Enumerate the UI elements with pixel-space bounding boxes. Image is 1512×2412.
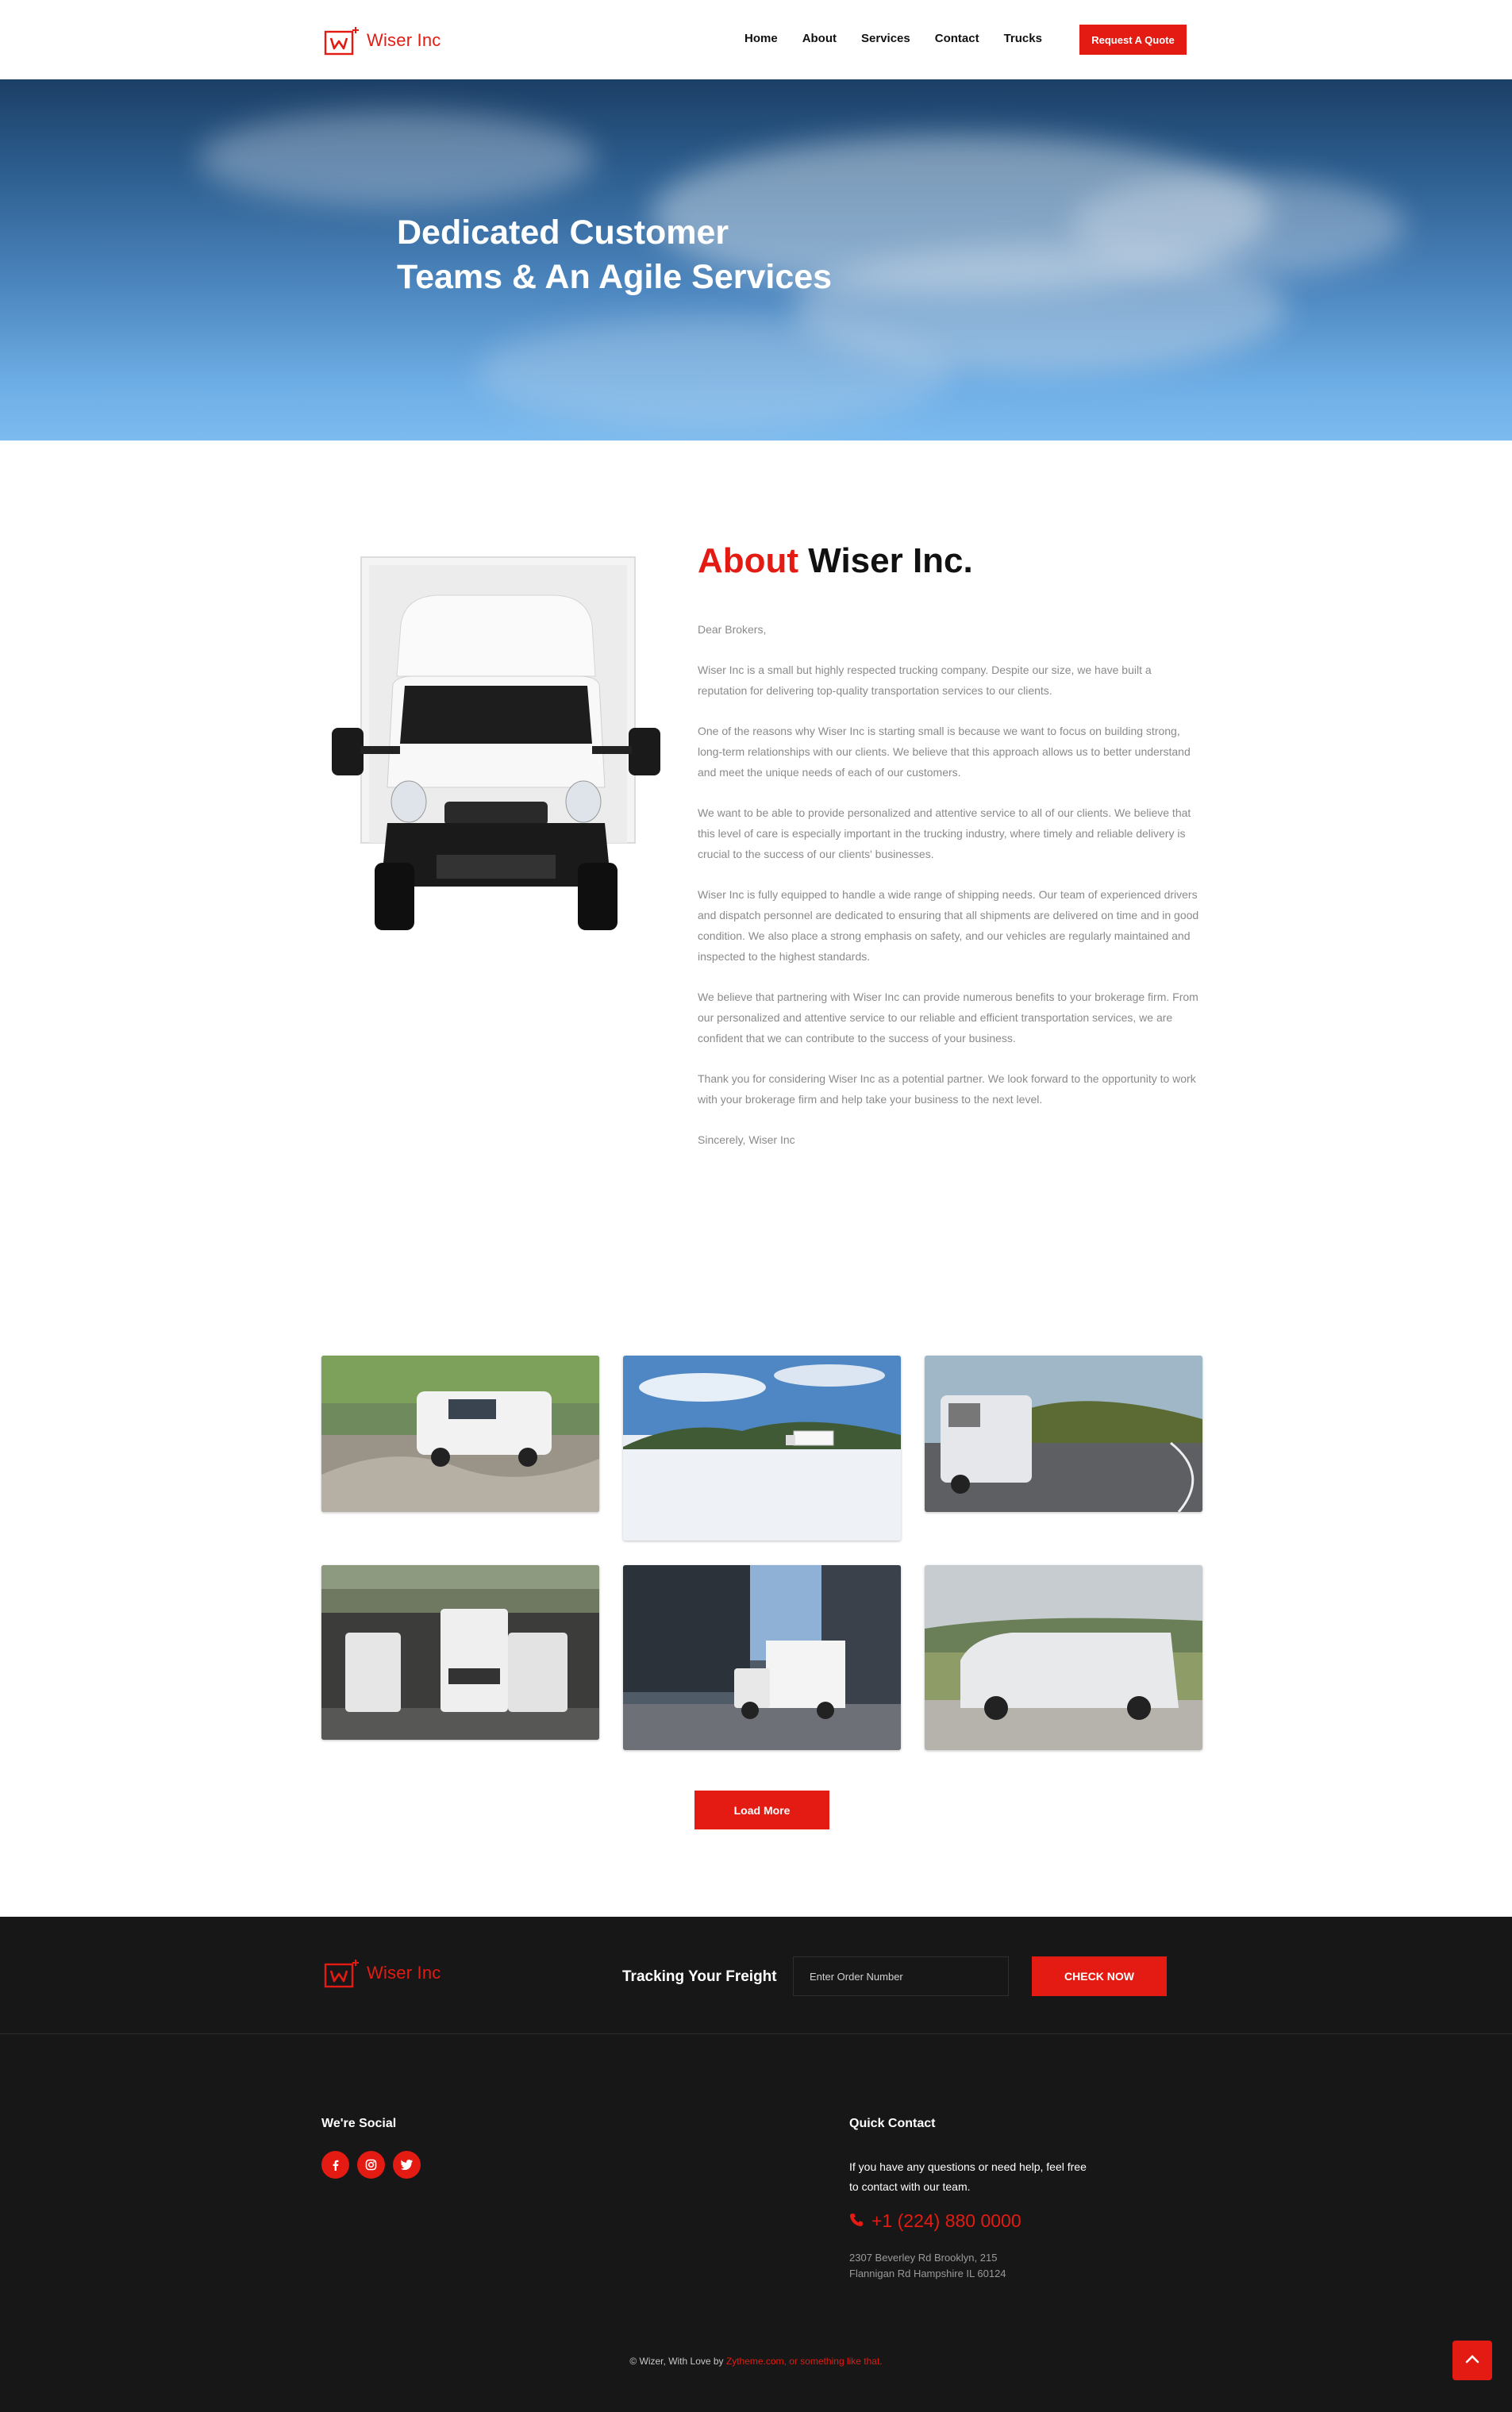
copyright-link[interactable]: Zytheme.com, or something like that. [726, 2356, 883, 2367]
nav-contact[interactable]: Contact [935, 32, 979, 45]
company-address: 2307 Beverley Rd Brooklyn, 215 Flannigan… [849, 2250, 1056, 2282]
about-paragraph: Thank you for considering Wiser Inc as a… [698, 1072, 1196, 1106]
about-letter: Dear Brokers, Wiser Inc is a small but h… [698, 619, 1202, 1170]
back-to-top-button[interactable] [1452, 2341, 1492, 2380]
order-number-input[interactable] [793, 1956, 1009, 1996]
tracking-label: Tracking Your Freight [622, 1968, 777, 1985]
contact-help-text: If you have any questions or need help, … [849, 2160, 1087, 2193]
about-title: About Wiser Inc. [698, 541, 973, 581]
box-truck-image [325, 549, 675, 934]
hero-title: Dedicated Customer Teams & An Agile Serv… [397, 210, 905, 299]
gallery-photo-loading-dock[interactable] [321, 1565, 599, 1740]
gallery-photo-snowy-truck[interactable] [623, 1356, 901, 1541]
main-nav: Home About Services Contact Trucks [744, 32, 1042, 45]
social-heading: We're Social [321, 2117, 397, 2130]
copyright: © Wizer, With Love by Zytheme.com, or so… [0, 2356, 1512, 2367]
cloud-decoration [476, 317, 952, 429]
instagram-icon[interactable] [357, 2151, 385, 2179]
logo-icon [324, 1958, 360, 1988]
address-line1: 2307 Beverley Rd Brooklyn, 215 [849, 2252, 998, 2264]
site-header: Wiser Inc Home About Services Contact Tr… [0, 0, 1512, 79]
quick-contact-heading: Quick Contact [849, 2117, 936, 2130]
site-footer: Wiser Inc Tracking Your Freight CHECK NO… [0, 1917, 1512, 2412]
social-links [321, 2151, 421, 2179]
footer-brand-name: Wiser Inc [367, 1963, 441, 1983]
footer-divider [0, 2033, 1512, 2034]
about-paragraph: Dear Brokers, [698, 623, 767, 636]
hero-banner: Dedicated Customer Teams & An Agile Serv… [0, 79, 1512, 440]
nav-home[interactable]: Home [744, 32, 778, 45]
twitter-icon[interactable] [393, 2151, 421, 2179]
cloud-decoration [1071, 175, 1405, 278]
about-paragraph: Wiser Inc is a small but highly respecte… [698, 664, 1152, 697]
about-paragraph: Sincerely, Wiser Inc [698, 1133, 795, 1146]
check-now-button[interactable]: CHECK NOW [1032, 1956, 1167, 1996]
phone-link[interactable]: +1 (224) 880 0000 [849, 2210, 1021, 2232]
brand-logo[interactable]: Wiser Inc [324, 25, 441, 56]
logo-icon [324, 25, 360, 56]
nav-about[interactable]: About [802, 32, 837, 45]
footer-brand-logo[interactable]: Wiser Inc [324, 1958, 441, 1988]
brand-name: Wiser Inc [367, 30, 441, 50]
cloud-decoration [198, 111, 595, 206]
facebook-icon[interactable] [321, 2151, 349, 2179]
hero-title-line2: Teams & An Agile Services [397, 258, 833, 296]
phone-icon [849, 2210, 864, 2232]
about-paragraph: One of the reasons why Wiser Inc is star… [698, 725, 1191, 779]
nav-trucks[interactable]: Trucks [1004, 32, 1042, 45]
chevron-up-icon [1465, 2353, 1479, 2368]
gallery-photo-van-road[interactable] [925, 1356, 1202, 1512]
hero-title-line1: Dedicated Customer [397, 214, 729, 252]
request-quote-button[interactable]: Request A Quote [1079, 25, 1187, 55]
about-title-highlight: About [698, 541, 799, 580]
gallery-photo-city-truck[interactable] [623, 1565, 901, 1750]
nav-services[interactable]: Services [861, 32, 910, 45]
about-paragraph: Wiser Inc is fully equipped to handle a … [698, 888, 1199, 963]
copyright-text: © Wizer, With Love by [629, 2356, 726, 2367]
gallery-photo-van-riverside[interactable] [321, 1356, 599, 1512]
load-more-button[interactable]: Load More [694, 1791, 829, 1829]
gallery-photo-van-country[interactable] [925, 1565, 1202, 1750]
about-title-rest: Wiser Inc. [808, 541, 973, 580]
address-line2: Flannigan Rd Hampshire IL 60124 [849, 2268, 1006, 2279]
phone-number: +1 (224) 880 0000 [871, 2210, 1021, 2231]
about-paragraph: We believe that partnering with Wiser In… [698, 991, 1198, 1044]
about-paragraph: We want to be able to provide personaliz… [698, 806, 1191, 860]
